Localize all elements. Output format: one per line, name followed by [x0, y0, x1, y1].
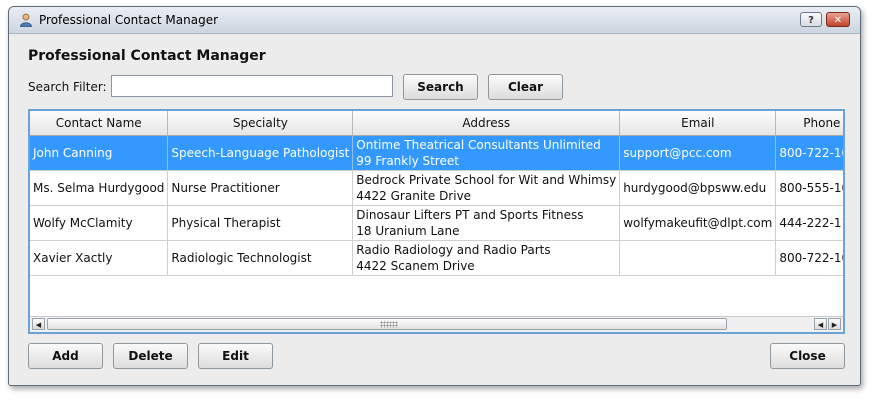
address-line-2: 4422 Scanem Drive [356, 259, 475, 273]
window-title: Professional Contact Manager [39, 13, 219, 27]
cell-specialty: Speech-Language Pathologist [167, 135, 354, 171]
help-button[interactable]: ? [800, 12, 822, 27]
cell-phone: 800-722-1082 [775, 240, 843, 276]
cell-email: support@pcc.com [619, 135, 777, 171]
grip-icon [380, 321, 398, 328]
cell-specialty: Nurse Practitioner [167, 170, 354, 206]
column-header-specialty[interactable]: Specialty [167, 111, 354, 136]
address-line-1: Dinosaur Lifters PT and Sports Fitness [356, 208, 584, 222]
address-line-2: 18 Uranium Lane [356, 224, 460, 238]
address-line-1: Bedrock Private School for Wit and Whims… [356, 173, 617, 187]
column-header-contact-name[interactable]: Contact Name [30, 111, 169, 136]
column-header-email[interactable]: Email [619, 111, 777, 136]
cell-address: Radio Radiology and Radio Parts 4422 Sca… [352, 240, 621, 276]
address-line-1: Ontime Theatrical Consultants Unlimited [356, 138, 601, 152]
column-header-phone[interactable]: Phone [775, 111, 843, 136]
scrollbar-thumb[interactable] [47, 318, 727, 330]
cell-name: Ms. Selma Hurdygood [30, 170, 169, 206]
address-line-2: 99 Frankly Street [356, 154, 459, 168]
edit-button[interactable]: Edit [198, 343, 273, 369]
cell-address: Dinosaur Lifters PT and Sports Fitness 1… [352, 205, 621, 241]
cell-specialty: Physical Therapist [167, 205, 354, 241]
contact-manager-window: Professional Contact Manager ? ✕ Profess… [8, 6, 861, 386]
title-bar: Professional Contact Manager ? ✕ [9, 7, 860, 34]
delete-button[interactable]: Delete [113, 343, 188, 369]
arrow-left-icon[interactable]: ◀ [814, 318, 827, 330]
table-row[interactable]: Xavier Xactly Radiologic Technologist Ra… [30, 240, 843, 276]
arrow-left-icon[interactable]: ◀ [32, 318, 45, 330]
cell-name: John Canning [30, 135, 169, 171]
search-button[interactable]: Search [403, 74, 478, 100]
table-row[interactable]: Ms. Selma Hurdygood Nurse Practitioner B… [30, 170, 843, 206]
column-header-address[interactable]: Address [352, 111, 621, 136]
cell-name: Xavier Xactly [30, 240, 169, 276]
close-button[interactable]: Close [770, 343, 845, 369]
cell-address: Ontime Theatrical Consultants Unlimited … [352, 135, 621, 171]
clear-button[interactable]: Clear [488, 74, 563, 100]
cell-name: Wolfy McClamity [30, 205, 169, 241]
cell-email [619, 240, 777, 276]
cell-address: Bedrock Private School for Wit and Whims… [352, 170, 621, 206]
address-line-2: 4422 Granite Drive [356, 189, 472, 203]
search-filter-label: Search Filter: [28, 80, 107, 94]
table-row[interactable]: Wolfy McClamity Physical Therapist Dinos… [30, 205, 843, 241]
search-filter-input[interactable] [111, 75, 393, 97]
cell-phone: 800-555-1000 [775, 170, 843, 206]
cell-phone: 444-222-1111 [775, 205, 843, 241]
arrow-right-icon[interactable]: ▶ [828, 318, 841, 330]
table-header-row: Contact Name Specialty Address Email Pho… [30, 111, 843, 136]
cell-specialty: Radiologic Technologist [167, 240, 354, 276]
window-close-button[interactable]: ✕ [826, 12, 850, 27]
user-icon [20, 13, 32, 27]
horizontal-scrollbar[interactable]: ◀ ◀ ▶ [30, 316, 843, 332]
contacts-table: Contact Name Specialty Address Email Pho… [28, 109, 845, 334]
cell-phone: 800-722-1082 [775, 135, 843, 171]
add-button[interactable]: Add [28, 343, 103, 369]
page-title: Professional Contact Manager [28, 48, 266, 64]
address-line-1: Radio Radiology and Radio Parts [356, 243, 551, 257]
table-row[interactable]: John Canning Speech-Language Pathologist… [30, 135, 843, 171]
cell-email: hurdygood@bpsww.edu [619, 170, 777, 206]
cell-email: wolfymakeufit@dlpt.com [619, 205, 777, 241]
